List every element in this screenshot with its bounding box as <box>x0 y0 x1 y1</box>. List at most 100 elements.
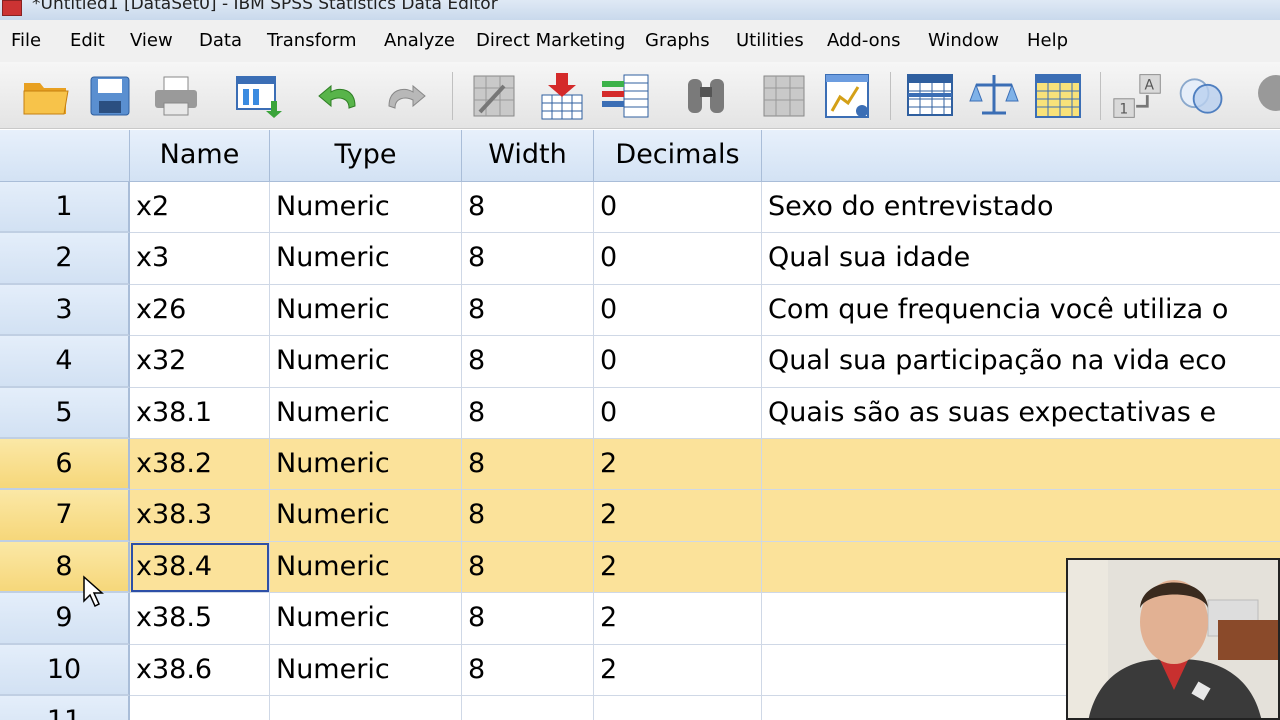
row-header-3[interactable]: 3 <box>0 284 130 337</box>
cell-label[interactable]: Sexo do entrevistado <box>762 182 1280 234</box>
cell-label[interactable]: Com que frequencia você utiliza o <box>762 285 1280 337</box>
dialog-recall-icon[interactable] <box>232 70 284 122</box>
column-header-label[interactable] <box>762 130 1280 182</box>
cell-name[interactable]: x38.3 <box>130 490 270 542</box>
menu-graphs[interactable]: Graphs <box>645 30 710 51</box>
row-header-11[interactable]: 11 <box>0 696 130 720</box>
cell-decimals[interactable]: 0 <box>594 387 762 439</box>
column-header-type[interactable]: Type <box>270 130 462 182</box>
cell-decimals[interactable]: 0 <box>594 182 762 234</box>
print-icon[interactable] <box>150 70 202 122</box>
cell-name[interactable]: x38.5 <box>130 593 270 645</box>
cell-type[interactable]: Numeric <box>270 182 462 234</box>
row-header-6[interactable]: 6 <box>0 439 130 491</box>
select-cases-icon[interactable] <box>1032 70 1084 122</box>
corner-header[interactable] <box>0 130 130 182</box>
cell-decimals[interactable]: 0 <box>594 284 762 337</box>
cell-label[interactable]: Qual sua participação na vida eco <box>762 336 1280 388</box>
cell-type[interactable]: Numeric <box>270 593 462 645</box>
row-header-1[interactable]: 1 <box>0 182 130 234</box>
cell-type[interactable]: Numeric <box>270 644 462 696</box>
cell-type[interactable]: Numeric <box>270 439 462 491</box>
row-header-4[interactable]: 4 <box>0 336 130 388</box>
cell-width[interactable]: 8 <box>462 182 594 234</box>
cell-decimals[interactable] <box>594 696 762 720</box>
cell-width[interactable]: 8 <box>462 541 594 594</box>
row-header-9[interactable]: 9 <box>0 593 130 645</box>
use-variable-sets-icon[interactable] <box>1176 70 1228 122</box>
cell-width[interactable]: 8 <box>462 439 594 491</box>
menu-window[interactable]: Window <box>928 30 999 51</box>
save-icon[interactable] <box>84 70 136 122</box>
find-icon[interactable] <box>680 70 732 122</box>
cell-label[interactable] <box>762 490 1280 542</box>
more-toolbar-icon[interactable] <box>1240 70 1280 122</box>
svg-text:1: 1 <box>1119 102 1128 118</box>
weight-cases-icon[interactable] <box>968 70 1020 122</box>
split-file-icon[interactable] <box>904 70 956 122</box>
menu-utilities[interactable]: Utilities <box>736 30 804 51</box>
value-labels-icon[interactable]: A1 <box>1112 70 1164 122</box>
cell-type[interactable]: Numeric <box>270 490 462 542</box>
cell-name[interactable]: x38.1 <box>130 387 270 439</box>
cell-name[interactable]: x26 <box>130 284 270 337</box>
cell-name[interactable]: x38.4 <box>130 541 270 594</box>
variables-icon[interactable] <box>600 70 652 122</box>
cell-name[interactable] <box>130 696 270 720</box>
row-header-7[interactable]: 7 <box>0 490 130 542</box>
cell-name[interactable]: x32 <box>130 336 270 388</box>
column-header-decimals[interactable]: Decimals <box>594 130 762 182</box>
menu-edit[interactable]: Edit <box>70 30 105 51</box>
cell-decimals[interactable]: 2 <box>594 439 762 491</box>
cell-width[interactable]: 8 <box>462 336 594 388</box>
goto-case-icon[interactable] <box>468 70 520 122</box>
redo-icon[interactable] <box>380 70 432 122</box>
cell-type[interactable]: Numeric <box>270 541 462 594</box>
cell-decimals[interactable]: 2 <box>594 490 762 542</box>
cell-type[interactable]: Numeric <box>270 284 462 337</box>
cell-type[interactable] <box>270 696 462 720</box>
cell-name[interactable]: x38.2 <box>130 439 270 491</box>
menu-file[interactable]: File <box>11 30 41 51</box>
menu-add-ons[interactable]: Add-ons <box>827 30 900 51</box>
cell-width[interactable]: 8 <box>462 233 594 285</box>
cell-type[interactable]: Numeric <box>270 387 462 439</box>
row-header-5[interactable]: 5 <box>0 387 130 439</box>
undo-icon[interactable] <box>312 70 364 122</box>
menu-data[interactable]: Data <box>199 30 242 51</box>
cell-name[interactable]: x3 <box>130 233 270 285</box>
column-header-name[interactable]: Name <box>130 130 270 182</box>
cell-decimals[interactable]: 2 <box>594 644 762 696</box>
menu-transform[interactable]: Transform <box>267 30 357 51</box>
spss-app-icon[interactable] <box>2 0 22 16</box>
column-header-width[interactable]: Width <box>462 130 594 182</box>
cell-decimals[interactable]: 0 <box>594 336 762 388</box>
cell-decimals[interactable]: 0 <box>594 233 762 285</box>
row-header-8[interactable]: 8 <box>0 541 130 594</box>
cell-name[interactable]: x38.6 <box>130 644 270 696</box>
cell-name[interactable]: x2 <box>130 182 270 234</box>
cell-type[interactable]: Numeric <box>270 336 462 388</box>
insert-variable-icon[interactable] <box>822 70 874 122</box>
menu-help[interactable]: Help <box>1027 30 1068 51</box>
insert-cases-icon[interactable] <box>758 70 810 122</box>
cell-width[interactable] <box>462 696 594 720</box>
cell-width[interactable]: 8 <box>462 593 594 645</box>
cell-label[interactable]: Qual sua idade <box>762 233 1280 285</box>
cell-decimals[interactable]: 2 <box>594 541 762 594</box>
cell-decimals[interactable]: 2 <box>594 593 762 645</box>
cell-label[interactable]: Quais são as suas expectativas e <box>762 388 1280 439</box>
goto-variable-icon[interactable] <box>536 70 588 122</box>
cell-width[interactable]: 8 <box>462 644 594 696</box>
cell-width[interactable]: 8 <box>462 284 594 337</box>
menu-direct-marketing[interactable]: Direct Marketing <box>476 30 625 51</box>
cell-width[interactable]: 8 <box>462 387 594 439</box>
open-folder-icon[interactable] <box>20 70 72 122</box>
row-header-2[interactable]: 2 <box>0 233 130 285</box>
row-header-10[interactable]: 10 <box>0 644 130 696</box>
menu-analyze[interactable]: Analyze <box>384 30 455 51</box>
menu-view[interactable]: View <box>130 30 173 51</box>
cell-label[interactable] <box>762 439 1280 491</box>
cell-width[interactable]: 8 <box>462 490 594 542</box>
cell-type[interactable]: Numeric <box>270 233 462 285</box>
